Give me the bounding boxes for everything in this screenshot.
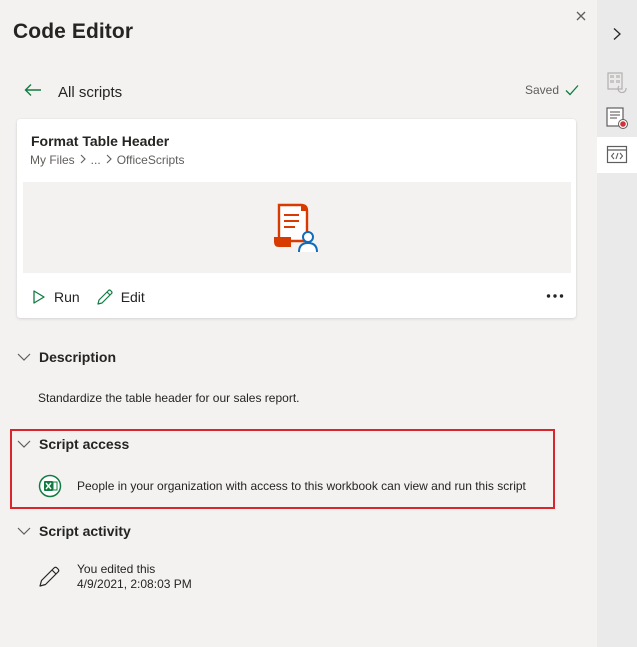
more-icon[interactable]	[545, 288, 565, 304]
description-section-header[interactable]: Description	[17, 349, 116, 365]
description-text: Standardize the table header for our sal…	[38, 391, 300, 405]
edit-label: Edit	[120, 289, 145, 305]
script-activity-row: You edited this 4/9/2021, 2:08:03 PM	[38, 562, 192, 592]
script-activity-section-header[interactable]: Script activity	[17, 523, 131, 539]
script-activity-heading: Script activity	[39, 523, 131, 539]
script-access-heading: Script access	[39, 436, 130, 452]
breadcrumb-item[interactable]: OfficeScripts	[117, 153, 185, 167]
chevron-right-icon[interactable]	[597, 16, 637, 52]
play-icon	[33, 290, 45, 304]
chevron-right-icon	[79, 153, 87, 167]
code-editor-pane: Code Editor All scripts Saved Format Tab…	[0, 0, 597, 647]
script-card: Format Table Header My Files ... OfficeS…	[17, 119, 576, 318]
activity-line-1: You edited this	[77, 562, 156, 576]
all-scripts-nav[interactable]: All scripts	[24, 80, 122, 104]
script-access-row: People in your organization with access …	[38, 474, 526, 498]
script-access-section-header[interactable]: Script access	[17, 436, 129, 452]
description-heading: Description	[39, 349, 117, 365]
breadcrumb-item[interactable]: ...	[91, 153, 101, 167]
chevron-down-icon	[17, 527, 31, 535]
excel-icon	[38, 474, 62, 498]
run-button[interactable]: Run	[31, 289, 80, 305]
pencil-icon	[97, 289, 113, 305]
script-user-icon	[274, 203, 318, 252]
close-icon[interactable]	[574, 9, 588, 23]
script-actions: Run Edit	[31, 288, 161, 306]
arrow-left-icon[interactable]	[24, 83, 42, 102]
pane-title: Code Editor	[13, 20, 134, 43]
saved-label: Saved	[525, 83, 560, 97]
script-record-icon[interactable]	[597, 100, 637, 136]
breadcrumb: My Files ... OfficeScripts	[30, 153, 185, 167]
layout-sync-icon[interactable]	[597, 64, 637, 100]
script-thumbnail	[23, 182, 571, 273]
checkmark-icon	[565, 85, 579, 96]
code-editor-icon[interactable]	[597, 137, 637, 173]
chevron-down-icon	[17, 353, 31, 361]
chevron-right-icon	[105, 153, 113, 167]
pencil-icon	[39, 566, 60, 587]
saved-status: Saved	[525, 83, 579, 97]
side-rail	[597, 0, 637, 647]
script-access-text: People in your organization with access …	[77, 479, 526, 493]
all-scripts-link[interactable]: All scripts	[58, 84, 122, 101]
run-label: Run	[54, 289, 80, 305]
activity-timestamp: 4/9/2021, 2:08:03 PM	[77, 577, 192, 591]
script-name: Format Table Header	[31, 133, 170, 149]
edit-button[interactable]: Edit	[96, 288, 145, 306]
chevron-down-icon	[17, 440, 31, 448]
breadcrumb-item[interactable]: My Files	[30, 153, 75, 167]
